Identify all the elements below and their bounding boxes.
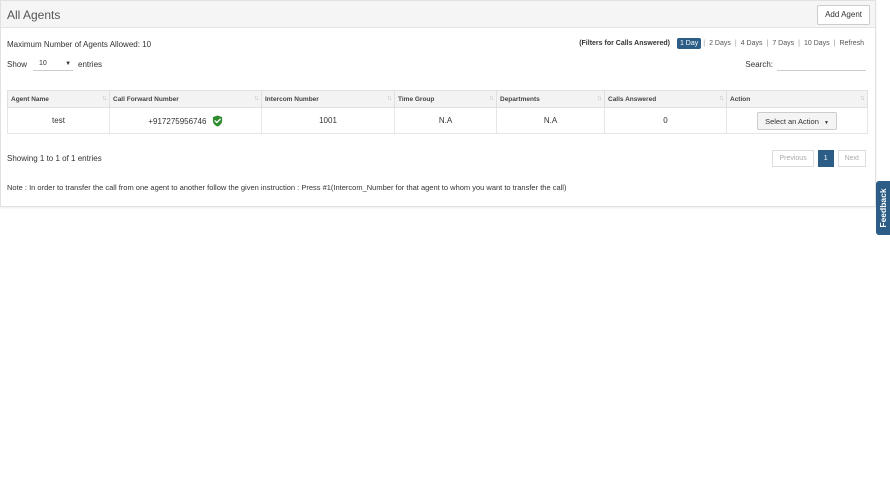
search-label: Search: [745,59,773,69]
sort-arrows-icon: ↑↓ [860,95,865,102]
column-header-departments[interactable]: Departments ↑↓ [496,90,605,108]
caret-down-icon: ▼ [65,61,72,67]
column-header-agent-name[interactable]: Agent Name ↑↓ [7,90,110,108]
feedback-tab[interactable]: Feedback [876,181,890,235]
select-action-label: Select an Action [765,116,819,126]
entries-label: entries [78,60,103,69]
sort-arrows-icon: ↑↓ [102,95,107,102]
next-page-button[interactable]: Next [837,150,866,167]
cell-calls-answered: 0 [604,107,727,134]
agents-table: Agent Name ↑↓ Call Forward Number ↑↓ Inter… [7,90,868,134]
show-label: Show [7,60,28,69]
entries-select[interactable]: 10 ▼ [33,58,74,71]
previous-page-button[interactable]: Previous [772,150,814,167]
column-header-time-group[interactable]: Time Group ↑↓ [394,90,497,108]
select-action-dropdown[interactable]: Select an Action ▼ [757,111,837,130]
feedback-label: Feedback [878,188,888,228]
column-header-calls-answered[interactable]: Calls Answered ↑↓ [604,90,727,108]
table-header-row: Agent Name ↑↓ Call Forward Number ↑↓ Inter… [7,90,868,108]
cell-agent-name: test [7,107,110,134]
refresh-link[interactable]: Refresh [837,38,866,49]
table-info-text: Showing 1 to 1 of 1 entries [7,154,102,163]
cell-intercom-number: 1001 [261,107,395,134]
shield-check-icon [212,115,222,126]
cell-time-group: N.A [394,107,497,134]
filter-7-days[interactable]: 7 Days [770,38,796,49]
transfer-note: Note : In order to transfer the call fro… [7,183,567,192]
page-title: All Agents [7,8,61,22]
filter-2-days[interactable]: 2 Days [707,38,733,49]
max-agents-text: Maximum Number of Agents Allowed: 10 [7,40,152,49]
caret-down-icon: ▼ [823,119,829,126]
filter-1-day[interactable]: 1 Day [676,38,702,49]
current-page-button[interactable]: 1 [817,150,834,167]
search-control: Search: [745,57,866,71]
entries-length-control: Show 10 ▼ entries [7,58,102,71]
entries-select-value: 10 [39,60,47,67]
agents-panel: All Agents Add Agent Maximum Number of A… [0,0,876,207]
sort-arrows-icon: ↑↓ [597,95,602,102]
table-row: test +917275956746 1001 N.A N.A 0 Select… [7,107,868,134]
filter-4-days[interactable]: 4 Days [739,38,765,49]
sort-arrows-icon: ↑↓ [254,95,259,102]
filters-label: (Filters for Calls Answered) [579,40,670,47]
cell-action: Select an Action ▼ [726,107,868,134]
add-agent-button[interactable]: Add Agent [817,5,870,25]
cell-departments: N.A [496,107,605,134]
filter-10-days[interactable]: 10 Days [802,38,832,49]
panel-header: All Agents Add Agent [1,1,875,28]
pagination: Previous 1 Next [768,150,866,167]
sort-arrows-icon: ↑↓ [489,95,494,102]
call-forward-number-text: +917275956746 [148,116,207,126]
sort-arrows-icon: ↑↓ [719,95,724,102]
sort-arrows-icon: ↑↓ [387,95,392,102]
calls-answered-filters: (Filters for Calls Answered) 1 Day | 2 D… [579,38,866,49]
column-header-intercom-number[interactable]: Intercom Number ↑↓ [261,90,395,108]
column-header-call-forward-number[interactable]: Call Forward Number ↑↓ [109,90,262,108]
search-input[interactable] [777,57,866,71]
cell-call-forward-number: +917275956746 [109,107,262,134]
column-header-action[interactable]: Action ↑↓ [726,90,868,108]
